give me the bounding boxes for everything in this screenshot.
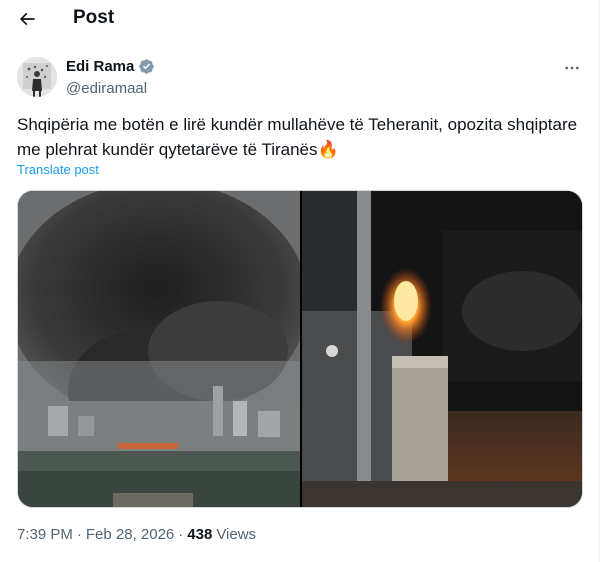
verified-badge-icon <box>139 59 155 74</box>
post-detail-view: Post Edi Rama @ediramaal Shqipëria me bo… <box>0 0 600 562</box>
post-text: Shqipëria me botën e lirë kundër mullahë… <box>17 115 578 159</box>
more-options-button[interactable] <box>560 58 584 78</box>
views-count: 438 <box>187 526 213 543</box>
post-media[interactable] <box>17 190 583 508</box>
more-horizontal-icon <box>565 66 579 70</box>
avatar-image <box>17 57 57 97</box>
meta-separator: · <box>178 526 184 543</box>
author-name-row[interactable]: Edi Rama <box>66 58 155 75</box>
back-button[interactable] <box>12 4 42 34</box>
page-title: Post <box>73 7 115 28</box>
views-label: Views <box>216 526 257 543</box>
author-handle[interactable]: @ediramaal <box>66 80 147 97</box>
arrow-left-icon <box>19 12 35 26</box>
meta-separator: · <box>76 526 82 543</box>
city-smoke-fire-photo[interactable] <box>18 191 300 508</box>
post-meta: 7:39 PM · Feb 28, 2026 · 438 Views <box>17 526 256 543</box>
avatar[interactable] <box>17 57 57 97</box>
post-time[interactable]: 7:39 PM <box>17 526 73 543</box>
author-name[interactable]: Edi Rama <box>66 58 134 75</box>
top-bar: Post <box>0 0 599 38</box>
street-electrical-box-fire-photo[interactable] <box>302 191 583 508</box>
post-date[interactable]: Feb 28, 2026 <box>86 526 174 543</box>
translate-post-link[interactable]: Translate post <box>17 162 99 177</box>
